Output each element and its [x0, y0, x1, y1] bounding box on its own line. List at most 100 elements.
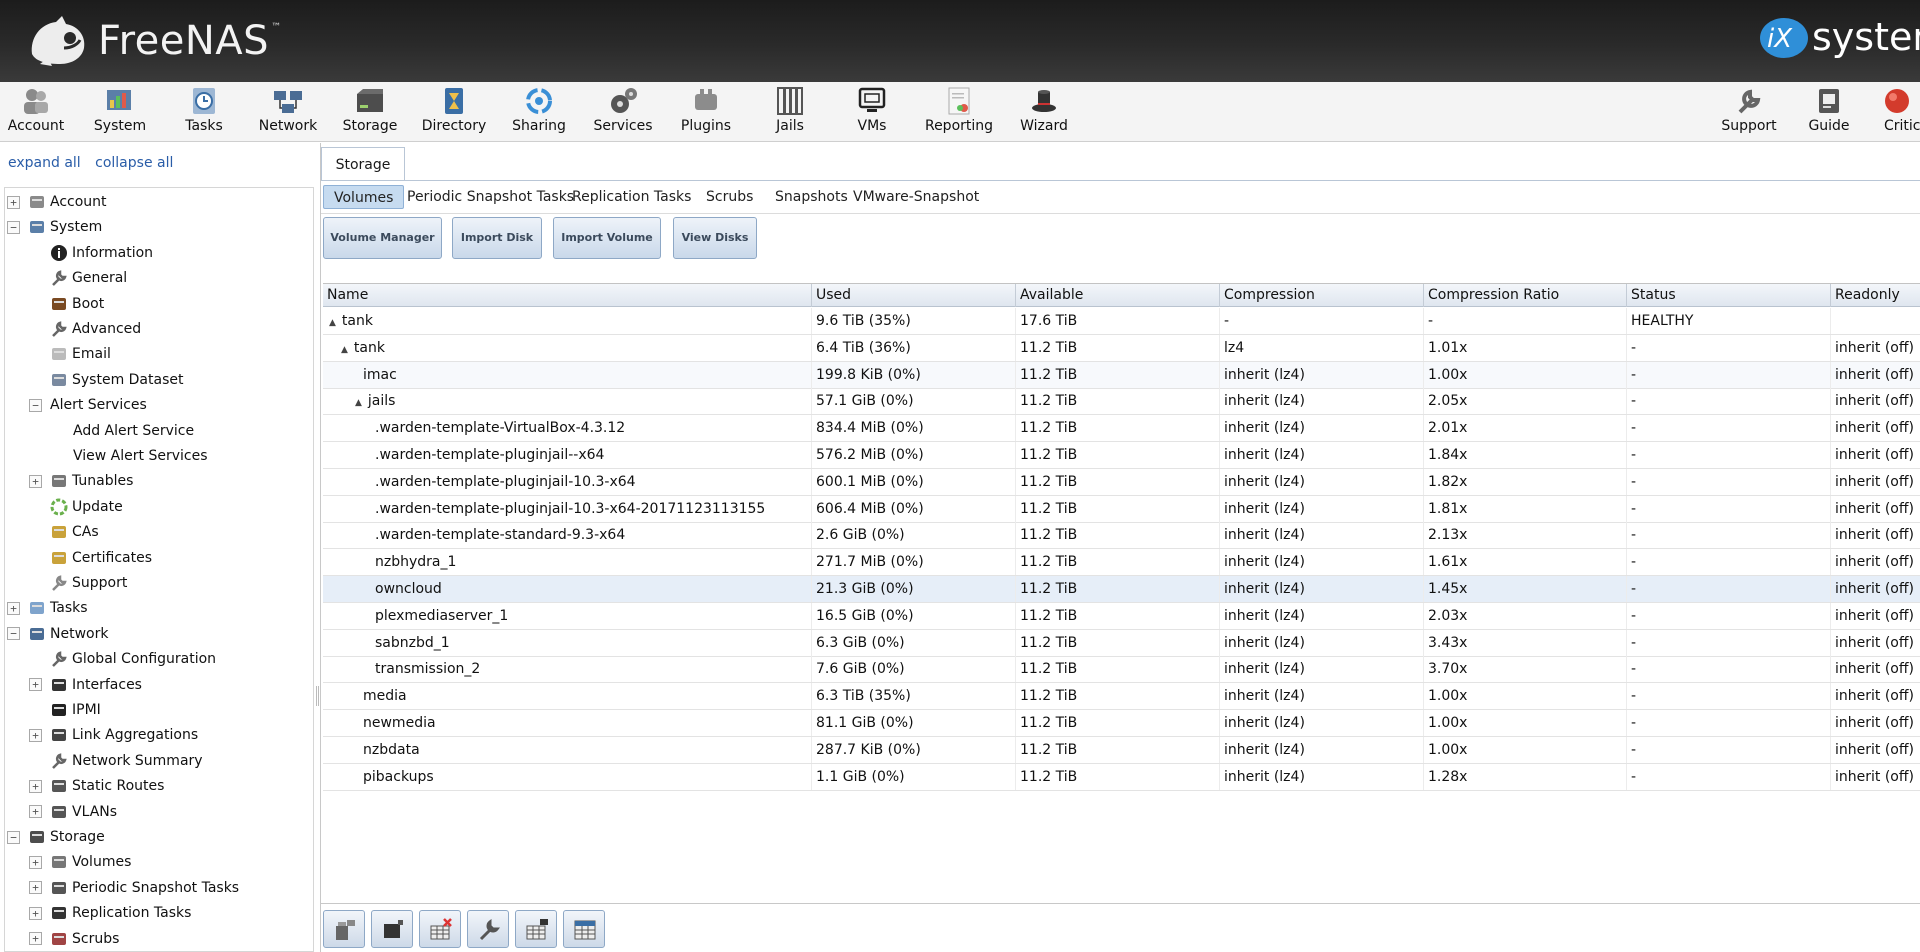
- table-row[interactable]: .warden-template-standard-9.3-x64 2.6 GiB…: [323, 522, 1920, 550]
- expand-icon[interactable]: +: [7, 601, 20, 615]
- tree-item-tunables[interactable]: + Tunables: [29, 469, 133, 493]
- tree-item-add-alert-service[interactable]: Add Alert Service: [73, 419, 194, 443]
- expand-icon[interactable]: +: [7, 195, 20, 209]
- tab-snapshots[interactable]: Snapshots: [775, 185, 848, 209]
- table-row[interactable]: .warden-template-pluginjail-10.3-x64-201…: [323, 495, 1920, 523]
- tree-item-view-alert-services[interactable]: View Alert Services: [73, 444, 207, 468]
- collapse-icon[interactable]: −: [7, 220, 20, 234]
- column-header-status[interactable]: Status: [1627, 284, 1831, 307]
- tree-item-link-aggregations[interactable]: + Link Aggregations: [29, 723, 198, 747]
- tab-volumes[interactable]: Volumes: [323, 185, 405, 209]
- tree-item-vlans[interactable]: + VLANs: [29, 800, 117, 824]
- table-row[interactable]: ▲ tank 6.4 TiB (36%) 11.2 TiB lz4 1.01x - inher…: [323, 334, 1920, 362]
- column-header-compression[interactable]: Compression: [1220, 284, 1424, 307]
- tree-item-tasks[interactable]: + Tasks: [7, 596, 88, 620]
- tree-toggle-icon[interactable]: ▲: [329, 318, 336, 328]
- tree-item-information[interactable]: Information: [29, 241, 153, 265]
- toolbar-account[interactable]: Account: [0, 86, 78, 140]
- tree-item-storage[interactable]: − Storage: [7, 825, 105, 849]
- toolbar-storage[interactable]: Storage: [328, 86, 412, 140]
- column-header-compression-ratio[interactable]: Compression Ratio: [1424, 284, 1627, 307]
- tree-item-account[interactable]: + Account: [7, 190, 107, 214]
- tree-item-system[interactable]: − System: [7, 215, 102, 239]
- expand-icon[interactable]: +: [29, 805, 42, 819]
- view-disks-button[interactable]: View Disks: [673, 217, 757, 259]
- table-row[interactable]: pibackups 1.1 GiB (0%) 11.2 TiB inherit (lz…: [323, 763, 1920, 791]
- toolbar-jails[interactable]: Jails: [748, 86, 832, 140]
- toolbar-sharing[interactable]: Sharing: [497, 86, 581, 140]
- toolbar-network[interactable]: Network: [246, 86, 330, 140]
- create-zvol-button[interactable]: [563, 910, 605, 948]
- tree-item-cas[interactable]: CAs: [29, 520, 99, 544]
- toolbar-vms[interactable]: VMs: [830, 86, 914, 140]
- collapse-icon[interactable]: −: [7, 830, 20, 844]
- column-header-name[interactable]: Name: [323, 284, 812, 307]
- expand-icon[interactable]: +: [29, 932, 42, 946]
- import-disk-button[interactable]: Import Disk: [452, 217, 542, 259]
- tab-periodic-snapshot-tasks[interactable]: Periodic Snapshot Tasks: [407, 185, 574, 209]
- toolbar-reporting[interactable]: Reporting: [917, 86, 1001, 140]
- table-row[interactable]: imac 199.8 KiB (0%) 11.2 TiB inherit (lz4) 1…: [323, 361, 1920, 389]
- table-row[interactable]: .warden-template-pluginjail--x64 576.2 Mi…: [323, 442, 1920, 469]
- collapse-icon[interactable]: −: [29, 398, 42, 412]
- column-header-available[interactable]: Available: [1016, 284, 1220, 307]
- tree-item-advanced[interactable]: Advanced: [29, 317, 141, 341]
- tree-item-ipmi[interactable]: IPMI: [29, 698, 101, 722]
- tree-toggle-icon[interactable]: ▲: [341, 345, 348, 355]
- expand-icon[interactable]: +: [29, 678, 42, 692]
- table-row[interactable]: nzbhydra_1 271.7 MiB (0%) 11.2 TiB inherit …: [323, 549, 1920, 577]
- tab-storage[interactable]: Storage: [321, 147, 405, 181]
- table-row[interactable]: .warden-template-VirtualBox-4.3.12 834.4 …: [323, 415, 1920, 443]
- scrub-volume-button[interactable]: [371, 910, 413, 948]
- tree-item-boot[interactable]: Boot: [29, 292, 104, 316]
- ixsystems-logo[interactable]: iX systems: [1758, 14, 1920, 60]
- expand-icon[interactable]: +: [29, 474, 42, 488]
- tree-item-support[interactable]: Support: [29, 571, 127, 595]
- tab-vmware-snapshot[interactable]: VMware-Snapshot: [853, 185, 979, 209]
- toolbar-system[interactable]: System: [78, 86, 162, 140]
- column-header-readonly[interactable]: Readonly: [1831, 284, 1920, 307]
- tree-item-system-dataset[interactable]: System Dataset: [29, 368, 183, 392]
- toolbar-directory[interactable]: Directory: [412, 86, 496, 140]
- expand-icon[interactable]: +: [29, 728, 42, 742]
- expand-icon[interactable]: +: [29, 779, 42, 793]
- tree-item-global-configuration[interactable]: Global Configuration: [29, 647, 216, 671]
- tree-item-static-routes[interactable]: + Static Routes: [29, 774, 164, 798]
- toolbar-wizard[interactable]: Wizard: [1002, 86, 1086, 140]
- tree-item-network-summary[interactable]: Network Summary: [29, 749, 203, 773]
- table-row[interactable]: newmedia 81.1 GiB (0%) 11.2 TiB inherit (lz…: [323, 710, 1920, 737]
- tree-item-certificates[interactable]: Certificates: [29, 546, 152, 570]
- tree-item-email[interactable]: Email: [29, 342, 111, 366]
- tree-item-scrubs[interactable]: + Scrubs: [29, 927, 119, 951]
- toolbar-services[interactable]: Services: [581, 86, 665, 140]
- toolbar-guide[interactable]: Guide: [1787, 86, 1871, 140]
- tree-item-periodic-snapshot-tasks[interactable]: + Periodic Snapshot Tasks: [29, 876, 239, 900]
- expand-all-link[interactable]: expand all: [8, 155, 81, 171]
- collapse-all-link[interactable]: collapse all: [95, 155, 173, 171]
- tree-item-volumes[interactable]: + Volumes: [29, 850, 131, 874]
- edit-options-button[interactable]: [467, 910, 509, 948]
- table-row[interactable]: transmission_2 7.6 GiB (0%) 11.2 TiB inheri…: [323, 656, 1920, 684]
- table-row[interactable]: plexmediaserver_1 16.5 GiB (0%) 11.2 TiB in…: [323, 602, 1920, 630]
- tree-toggle-icon[interactable]: ▲: [355, 398, 362, 408]
- toolbar-critical-alert[interactable]: Critical: [1860, 86, 1920, 140]
- tree-item-general[interactable]: General: [29, 266, 127, 290]
- freenas-logo[interactable]: FreeNAS ™: [26, 14, 281, 68]
- tree-item-replication-tasks[interactable]: + Replication Tasks: [29, 901, 191, 925]
- table-row[interactable]: owncloud 21.3 GiB (0%) 11.2 TiB inherit (lz…: [323, 576, 1920, 603]
- expand-icon[interactable]: +: [29, 881, 42, 895]
- column-header-used[interactable]: Used: [812, 284, 1016, 307]
- toolbar-plugins[interactable]: Plugins: [664, 86, 748, 140]
- table-row[interactable]: ▲ tank 9.6 TiB (35%) 17.6 TiB - - HEALTHY: [323, 308, 1920, 335]
- table-row[interactable]: nzbdata 287.7 KiB (0%) 11.2 TiB inherit (lz…: [323, 736, 1920, 764]
- tab-replication-tasks[interactable]: Replication Tasks: [572, 185, 691, 209]
- tree-item-update[interactable]: Update: [29, 495, 123, 519]
- create-dataset-button[interactable]: [515, 910, 557, 948]
- import-volume-button[interactable]: Import Volume: [553, 217, 661, 259]
- volume-manager-button[interactable]: Volume Manager: [323, 217, 442, 259]
- tree-item-alert-services[interactable]: − Alert Services: [29, 393, 147, 417]
- tab-scrubs[interactable]: Scrubs: [706, 185, 753, 209]
- tree-item-interfaces[interactable]: + Interfaces: [29, 673, 142, 697]
- table-row[interactable]: media 6.3 TiB (35%) 11.2 TiB inherit (lz4) 1…: [323, 683, 1920, 711]
- collapse-icon[interactable]: −: [7, 627, 20, 641]
